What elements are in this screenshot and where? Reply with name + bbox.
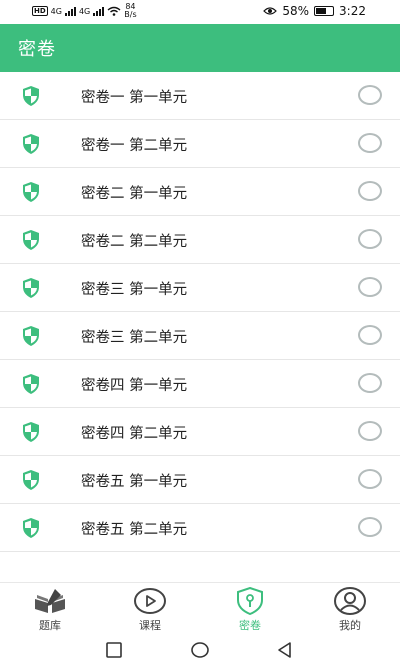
home-icon[interactable] — [190, 640, 210, 660]
signal-icon-2 — [93, 6, 105, 16]
status-bar: HD 4G 4G 84 B/s 58% 3:22 — [0, 0, 400, 24]
recent-apps-icon[interactable] — [104, 640, 124, 660]
shield-lock-icon — [237, 587, 263, 615]
sim2-type: 4G — [78, 6, 91, 16]
paper-list: 密卷一 第一单元 密卷一 第二单元 密卷二 第一单元 密卷二 第二单元 密卷三 … — [0, 72, 400, 552]
clock: 3:22 — [339, 4, 366, 18]
signal-icon — [64, 6, 76, 16]
select-radio[interactable] — [358, 469, 382, 489]
app-bar: 密卷 — [0, 24, 400, 72]
select-radio[interactable] — [358, 517, 382, 537]
eye-icon — [263, 7, 278, 15]
paper-row[interactable]: 密卷五 第二单元 — [0, 504, 400, 552]
sim1-type: 4G — [50, 6, 62, 16]
shield-icon — [23, 278, 39, 298]
paper-label: 密卷三 第二单元 — [81, 330, 188, 346]
shield-icon — [23, 182, 39, 202]
nav-label: 题库 — [39, 619, 61, 632]
nav-tab-question-bank[interactable]: 题库 — [20, 587, 80, 633]
network-speed: 84 B/s — [124, 3, 136, 19]
shield-icon — [23, 86, 39, 106]
shield-icon — [23, 518, 39, 538]
nav-tab-courses[interactable]: 课程 — [120, 587, 180, 633]
paper-label: 密卷五 第一单元 — [81, 474, 188, 490]
nav-label: 密卷 — [239, 619, 261, 632]
paper-label: 密卷一 第二单元 — [81, 138, 188, 154]
paper-label: 密卷二 第一单元 — [81, 186, 188, 202]
shield-icon — [23, 230, 39, 250]
select-radio[interactable] — [358, 421, 382, 441]
nav-tab-secret-papers[interactable]: 密卷 — [220, 587, 280, 633]
select-radio[interactable] — [358, 181, 382, 201]
paper-label: 密卷二 第二单元 — [81, 234, 188, 250]
select-radio[interactable] — [358, 373, 382, 393]
paper-label: 密卷一 第一单元 — [81, 90, 188, 106]
paper-label: 密卷四 第一单元 — [81, 378, 188, 394]
nav-label: 课程 — [139, 619, 161, 632]
shield-icon — [23, 134, 39, 154]
shield-icon — [23, 470, 39, 490]
paper-row[interactable]: 密卷一 第一单元 — [0, 72, 400, 120]
nav-label: 我的 — [339, 619, 361, 632]
nav-tab-profile[interactable]: 我的 — [320, 587, 380, 633]
shield-icon — [23, 374, 39, 394]
book-icon — [35, 589, 65, 613]
paper-row[interactable]: 密卷一 第二单元 — [0, 120, 400, 168]
paper-label: 密卷三 第一单元 — [81, 282, 188, 298]
hd-badge: HD — [32, 6, 48, 16]
wifi-icon — [107, 6, 121, 16]
system-nav-bar — [0, 634, 400, 666]
select-radio[interactable] — [358, 229, 382, 249]
page-title: 密卷 — [18, 39, 56, 60]
select-radio[interactable] — [358, 133, 382, 153]
paper-row[interactable]: 密卷三 第一单元 — [0, 264, 400, 312]
paper-label: 密卷四 第二单元 — [81, 426, 188, 442]
shield-icon — [23, 422, 39, 442]
back-icon[interactable] — [275, 640, 295, 660]
paper-row[interactable]: 密卷四 第一单元 — [0, 360, 400, 408]
paper-row[interactable]: 密卷四 第二单元 — [0, 408, 400, 456]
select-radio[interactable] — [358, 277, 382, 297]
shield-icon — [23, 326, 39, 346]
bottom-nav: 题库 课程 密卷 我的 — [0, 582, 400, 634]
select-radio[interactable] — [358, 85, 382, 105]
paper-row[interactable]: 密卷三 第二单元 — [0, 312, 400, 360]
battery-percent: 58% — [282, 4, 310, 18]
user-icon — [334, 587, 366, 615]
battery-icon — [314, 6, 335, 16]
paper-row[interactable]: 密卷二 第二单元 — [0, 216, 400, 264]
paper-row[interactable]: 密卷二 第一单元 — [0, 168, 400, 216]
paper-label: 密卷五 第二单元 — [81, 522, 188, 538]
play-icon — [134, 588, 166, 614]
select-radio[interactable] — [358, 325, 382, 345]
paper-row[interactable]: 密卷五 第一单元 — [0, 456, 400, 504]
network-speed-unit: B/s — [124, 10, 137, 19]
